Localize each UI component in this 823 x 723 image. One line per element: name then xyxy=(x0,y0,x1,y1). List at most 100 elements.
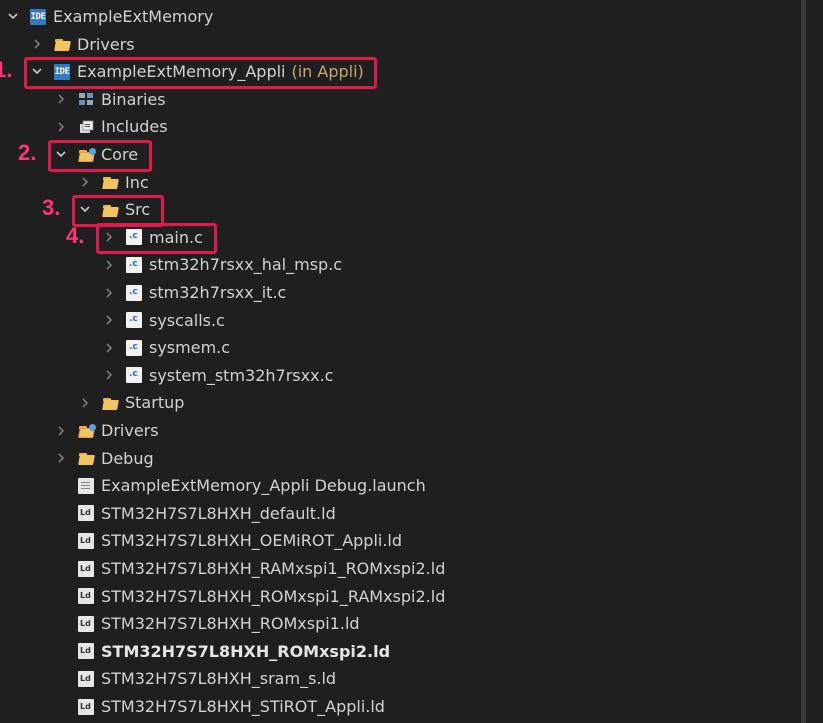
tree-item-exampleextmemory-appli[interactable]: IDE ExampleExtMemory_Appli (in Appli) xyxy=(0,58,823,85)
tree-item-label: main.c xyxy=(149,227,203,247)
tree-item-main-c[interactable]: .c main.c xyxy=(0,224,823,251)
tree-item-stm32h7s7l8hxh-stirot-appli-ld[interactable]: Ld STM32H7S7L8HXH_STiROT_Appli.ld xyxy=(0,693,823,720)
annotation-number-1: 1. xyxy=(0,57,13,83)
tree-item-stm32h7s7l8hxh-romxspi1-ld[interactable]: Ld STM32H7S7L8HXH_ROMxspi1.ld xyxy=(0,610,823,637)
chevron-down-icon[interactable] xyxy=(30,68,44,75)
ide-project-icon: IDE xyxy=(54,63,70,80)
ide-project-icon: IDE xyxy=(30,8,46,25)
tree-item-label: STM32H7S7L8HXH_STiROT_Appli.ld xyxy=(101,697,385,716)
tree-item-label: Startup xyxy=(125,393,185,413)
chevron-right-icon[interactable] xyxy=(102,370,116,380)
tree-item-stm32h7s7l8hxh-ramxspi1-romxspi2-ld[interactable]: Ld STM32H7S7L8HXH_RAMxspi1_ROMxspi2.ld xyxy=(0,555,823,582)
tree-item-label: stm32h7rsxx_hal_msp.c xyxy=(149,255,343,275)
tree-item-exampleextmemory[interactable]: IDE ExampleExtMemory xyxy=(0,3,806,30)
tree-item-label: Inc xyxy=(125,172,149,192)
folder-icon xyxy=(78,450,94,466)
chevron-right-icon[interactable] xyxy=(102,232,116,242)
chevron-right-icon[interactable] xyxy=(102,343,116,353)
ld-file-icon: Ld xyxy=(78,670,94,687)
tree-item-syscalls-c[interactable]: .c syscalls.c xyxy=(0,307,823,334)
tree-item-label: ExampleExtMemory xyxy=(53,7,214,26)
c-file-icon: .c xyxy=(126,367,142,384)
ld-file-icon: Ld xyxy=(78,588,94,605)
c-file-icon: .c xyxy=(126,339,142,356)
folder-icon xyxy=(102,174,118,190)
annotation-number-3: 3. xyxy=(42,195,61,221)
tree-item-label: STM32H7S7L8HXH_ROMxspi1_RAMxspi2.ld xyxy=(101,586,446,606)
tree-item-stm32h7s7l8hxh-romxspi1-ramxspi2-ld[interactable]: Ld STM32H7S7L8HXH_ROMxspi1_RAMxspi2.ld xyxy=(0,583,823,610)
tree-item-label: STM32H7S7L8HXH_sram_s.ld xyxy=(101,669,337,689)
chevron-down-icon[interactable] xyxy=(54,151,68,158)
project-explorer-tree: IDE ExampleExtMemory Drivers IDE ExampleExtM… xyxy=(0,0,823,723)
ld-file-icon: Ld xyxy=(78,643,94,660)
tree-item-includes[interactable]: Includes xyxy=(0,113,823,140)
tree-item-stm32h7s7l8hxh-default-ld[interactable]: Ld STM32H7S7L8HXH_default.ld xyxy=(0,500,823,527)
chevron-right-icon[interactable] xyxy=(30,39,44,49)
tree-item-drivers[interactable]: Drivers xyxy=(0,417,823,444)
chevron-right-icon[interactable] xyxy=(78,398,92,408)
tree-item-startup[interactable]: Startup xyxy=(0,389,823,416)
tree-item-label: Binaries xyxy=(101,89,166,109)
launch-file-icon xyxy=(78,477,94,494)
tree-item-label: sysmem.c xyxy=(149,338,231,358)
tree-item-stm32h7rsxx-hal-msp-c[interactable]: .c stm32h7rsxx_hal_msp.c xyxy=(0,251,823,278)
tree-item-debug[interactable]: Debug xyxy=(0,445,823,472)
annotation-number-4: 4. xyxy=(66,222,85,248)
tree-item-label: Src xyxy=(125,200,151,220)
c-file-icon: .c xyxy=(126,312,142,329)
tree-item-src[interactable]: Src xyxy=(0,196,823,223)
tree-item-label: Drivers xyxy=(101,421,159,440)
chevron-right-icon[interactable] xyxy=(54,426,68,436)
tree-item-stm32h7rsxx-it-c[interactable]: .c stm32h7rsxx_it.c xyxy=(0,279,823,306)
chevron-right-icon[interactable] xyxy=(102,315,116,325)
chevron-right-icon[interactable] xyxy=(54,94,68,104)
chevron-right-icon[interactable] xyxy=(78,177,92,187)
c-file-icon: .c xyxy=(126,284,142,301)
tree-item-stm32h7s7l8hxh-romxspi2-ld[interactable]: Ld STM32H7S7L8HXH_ROMxspi2.ld xyxy=(0,638,823,665)
includes-icon xyxy=(78,119,94,135)
ld-file-icon: Ld xyxy=(78,560,94,577)
tree-item-inc[interactable]: Inc xyxy=(0,169,823,196)
source-folder-icon xyxy=(78,423,96,439)
tree-item-label: ExampleExtMemory_Appli Debug.launch xyxy=(101,476,426,496)
c-file-icon: .c xyxy=(126,256,142,273)
tree-item-label: STM32H7S7L8HXH_default.ld xyxy=(101,503,336,523)
tree-item-drivers[interactable]: Drivers xyxy=(0,31,823,58)
ld-file-icon: Ld xyxy=(78,615,94,632)
tree-item-stm32h7s7l8hxh-oemirot-appli-ld[interactable]: Ld STM32H7S7L8HXH_OEMiROT_Appli.ld xyxy=(0,527,823,554)
tree-item-label: STM32H7S7L8HXH_RAMxspi1_ROMxspi2.ld xyxy=(101,559,446,578)
tree-item-label: Debug xyxy=(101,448,154,468)
panel-divider[interactable] xyxy=(801,0,806,723)
tree-item-label: Includes xyxy=(101,117,168,137)
binaries-icon xyxy=(78,91,94,107)
chevron-down-icon[interactable] xyxy=(78,206,92,213)
chevron-down-icon[interactable] xyxy=(6,13,20,20)
source-folder-icon xyxy=(78,147,96,163)
tree-item-label: syscalls.c xyxy=(149,310,225,330)
tree-item-label: Core xyxy=(101,145,139,164)
tree-item-label: STM32H7S7L8HXH_OEMiROT_Appli.ld xyxy=(101,531,403,551)
chevron-right-icon[interactable] xyxy=(54,453,68,463)
tree-item-system-stm32h7rsxx-c[interactable]: .c system_stm32h7rsxx.c xyxy=(0,362,823,389)
chevron-right-icon[interactable] xyxy=(102,288,116,298)
annotation-number-2: 2. xyxy=(18,140,37,165)
tree-item-sysmem-c[interactable]: .c sysmem.c xyxy=(0,334,823,361)
chevron-right-icon[interactable] xyxy=(54,122,68,132)
ld-file-icon: Ld xyxy=(78,505,94,522)
tree-item-label: ExampleExtMemory_Appli xyxy=(77,62,286,82)
ld-file-icon: Ld xyxy=(78,532,94,549)
chevron-right-icon[interactable] xyxy=(102,260,116,270)
tree-item-label: stm32h7rsxx_it.c xyxy=(149,283,287,302)
folder-icon xyxy=(102,202,118,218)
tree-item-binaries[interactable]: Binaries xyxy=(0,86,823,113)
ld-file-icon: Ld xyxy=(78,698,94,715)
tree-item-label: STM32H7S7L8HXH_ROMxspi1.ld xyxy=(101,614,360,634)
tree-item-label: system_stm32h7rsxx.c xyxy=(149,365,334,385)
tree-item-label: Drivers xyxy=(77,34,135,54)
folder-icon xyxy=(102,395,118,411)
tree-item-stm32h7s7l8hxh-sram-s-ld[interactable]: Ld STM32H7S7L8HXH_sram_s.ld xyxy=(0,665,823,692)
project-location-suffix: (in Appli) xyxy=(291,62,364,82)
tree-item-exampleextmemory-appli-debug-launch[interactable]: ExampleExtMemory_Appli Debug.launch xyxy=(0,472,823,499)
folder-icon xyxy=(54,36,70,52)
tree-item-core[interactable]: Core xyxy=(0,141,823,168)
